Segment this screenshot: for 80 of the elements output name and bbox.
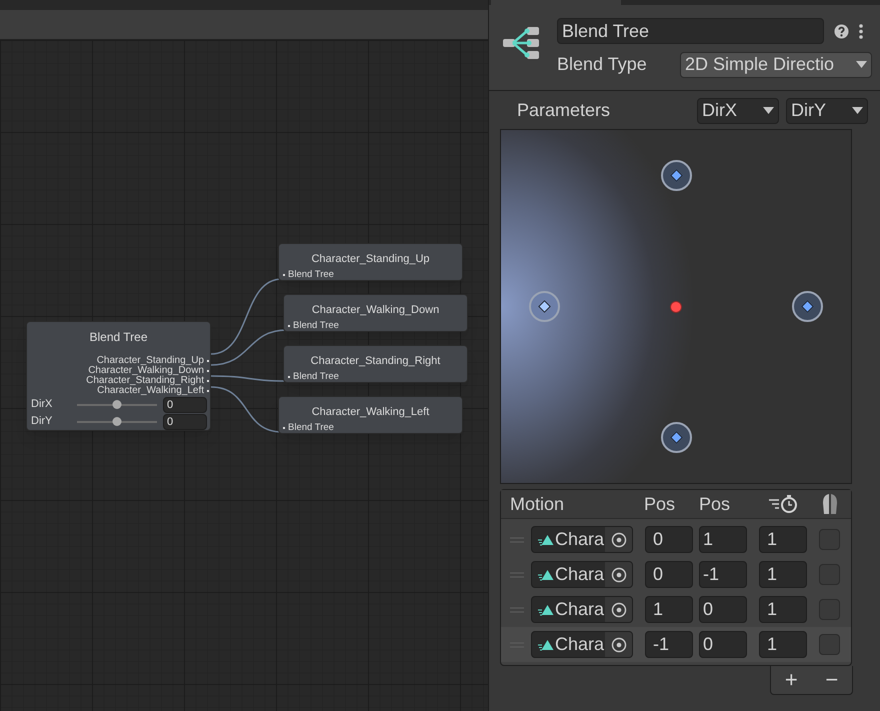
motion-point[interactable]: [529, 291, 560, 322]
parameter-label: DirX: [31, 397, 54, 412]
output-label: Character_Walking_Left: [97, 386, 204, 396]
caret-icon: [763, 107, 774, 114]
column-header: Motion: [510, 492, 566, 516]
pos-y-field[interactable]: -1: [699, 561, 747, 588]
mirror-checkbox[interactable]: [819, 564, 840, 585]
speed-field[interactable]: 1: [759, 561, 807, 588]
slider-thumb[interactable]: [112, 400, 122, 408]
drag-handle-icon[interactable]: [510, 536, 524, 542]
motion-node[interactable]: Character_Walking_Left Blend Tree: [278, 396, 463, 434]
mirror-checkbox[interactable]: [819, 634, 840, 655]
motion-node[interactable]: Character_Standing_Up Blend Tree: [278, 243, 463, 281]
motion-row[interactable]: Chara -1 0 1: [501, 627, 851, 662]
object-picker-icon[interactable]: [610, 532, 626, 548]
slider-thumb[interactable]: [112, 416, 122, 426]
motion-field[interactable]: Chara: [531, 596, 633, 623]
motion-node[interactable]: Character_Standing_Right Blend Tree: [283, 345, 468, 383]
motion-point[interactable]: [792, 291, 823, 322]
name-field[interactable]: Blend Tree: [557, 18, 824, 44]
motion-point[interactable]: [660, 422, 692, 453]
speed-field[interactable]: 1: [759, 631, 807, 658]
object-picker-icon[interactable]: [610, 602, 626, 618]
output-label: Character_Walking_Down: [88, 366, 204, 376]
motion-icon: [538, 534, 554, 546]
pos-x-field[interactable]: -1: [645, 631, 693, 658]
motion-node[interactable]: Character_Walking_Down Blend Tree: [283, 294, 468, 332]
add-button[interactable]: +: [780, 669, 802, 691]
time-scale-icon: [769, 495, 799, 513]
input-label: Blend Tree: [288, 423, 334, 432]
node-title: Character_Walking_Down: [312, 303, 440, 318]
value-field[interactable]: 0: [163, 396, 207, 412]
parameters-label: Parameters: [517, 99, 612, 122]
mirror-icon: [821, 493, 839, 515]
more-options-icon[interactable]: [859, 24, 863, 38]
output-label: Character_Standing_Right: [86, 376, 204, 386]
motion-field[interactable]: Chara: [531, 631, 633, 658]
column-header: Pos: [699, 492, 732, 516]
node-title: Character_Standing_Up: [311, 252, 430, 267]
motion-icon: [538, 604, 554, 616]
pos-y-field[interactable]: 0: [699, 596, 747, 623]
mirror-checkbox[interactable]: [819, 529, 840, 550]
pos-y-field[interactable]: 0: [699, 631, 747, 658]
pos-x-field[interactable]: 0: [645, 526, 693, 553]
motion-field[interactable]: Chara: [531, 526, 633, 553]
mirror-checkbox[interactable]: [819, 599, 840, 620]
node-title: Blend Tree: [89, 329, 148, 346]
motion-field[interactable]: Chara: [531, 561, 633, 588]
output-label: Character_Standing_Up: [96, 356, 204, 366]
node-card[interactable]: Blend Tree Character_Standing_Up Character_Walking_Down Character_Standing_Right Character_Walking_Left DirX 0 DirY 0: [26, 321, 211, 431]
caret-icon: [852, 107, 863, 114]
column-header: Pos: [644, 492, 676, 516]
pos-y-field[interactable]: 1: [699, 526, 747, 553]
drag-handle-icon[interactable]: [510, 606, 524, 612]
parameter-label: DirY: [31, 414, 54, 430]
blend-type-dropdown[interactable]: 2D Simple Directio: [680, 52, 872, 78]
parameter-x-dropdown[interactable]: DirX: [697, 98, 779, 124]
motion-icon: [538, 568, 554, 580]
pos-x-field[interactable]: 1: [645, 596, 693, 623]
blend-space-graph[interactable]: [500, 129, 852, 484]
input-label: Blend Tree: [288, 270, 334, 280]
blend-tree-icon: [503, 25, 541, 61]
blend-type-label: Blend Type: [557, 53, 648, 76]
motion-icon: [538, 638, 554, 650]
object-picker-icon[interactable]: [610, 636, 626, 652]
remove-button[interactable]: −: [821, 669, 842, 691]
motion-point[interactable]: [660, 160, 692, 192]
parameter-y-dropdown[interactable]: DirY: [786, 98, 868, 124]
node-title: Character_Walking_Left: [312, 405, 430, 420]
speed-field[interactable]: 1: [759, 526, 807, 553]
node-title: Character_Standing_Right: [310, 354, 440, 369]
object-picker-icon[interactable]: [610, 566, 626, 582]
input-label: Blend Tree: [293, 321, 339, 330]
input-label: Blend Tree: [293, 372, 339, 382]
value-field[interactable]: 0: [163, 414, 207, 430]
drag-handle-icon[interactable]: [510, 572, 524, 578]
speed-field[interactable]: 1: [759, 596, 807, 623]
caret-icon: [856, 61, 867, 68]
pos-x-field[interactable]: 0: [645, 561, 693, 588]
help-icon[interactable]: [834, 24, 849, 38]
